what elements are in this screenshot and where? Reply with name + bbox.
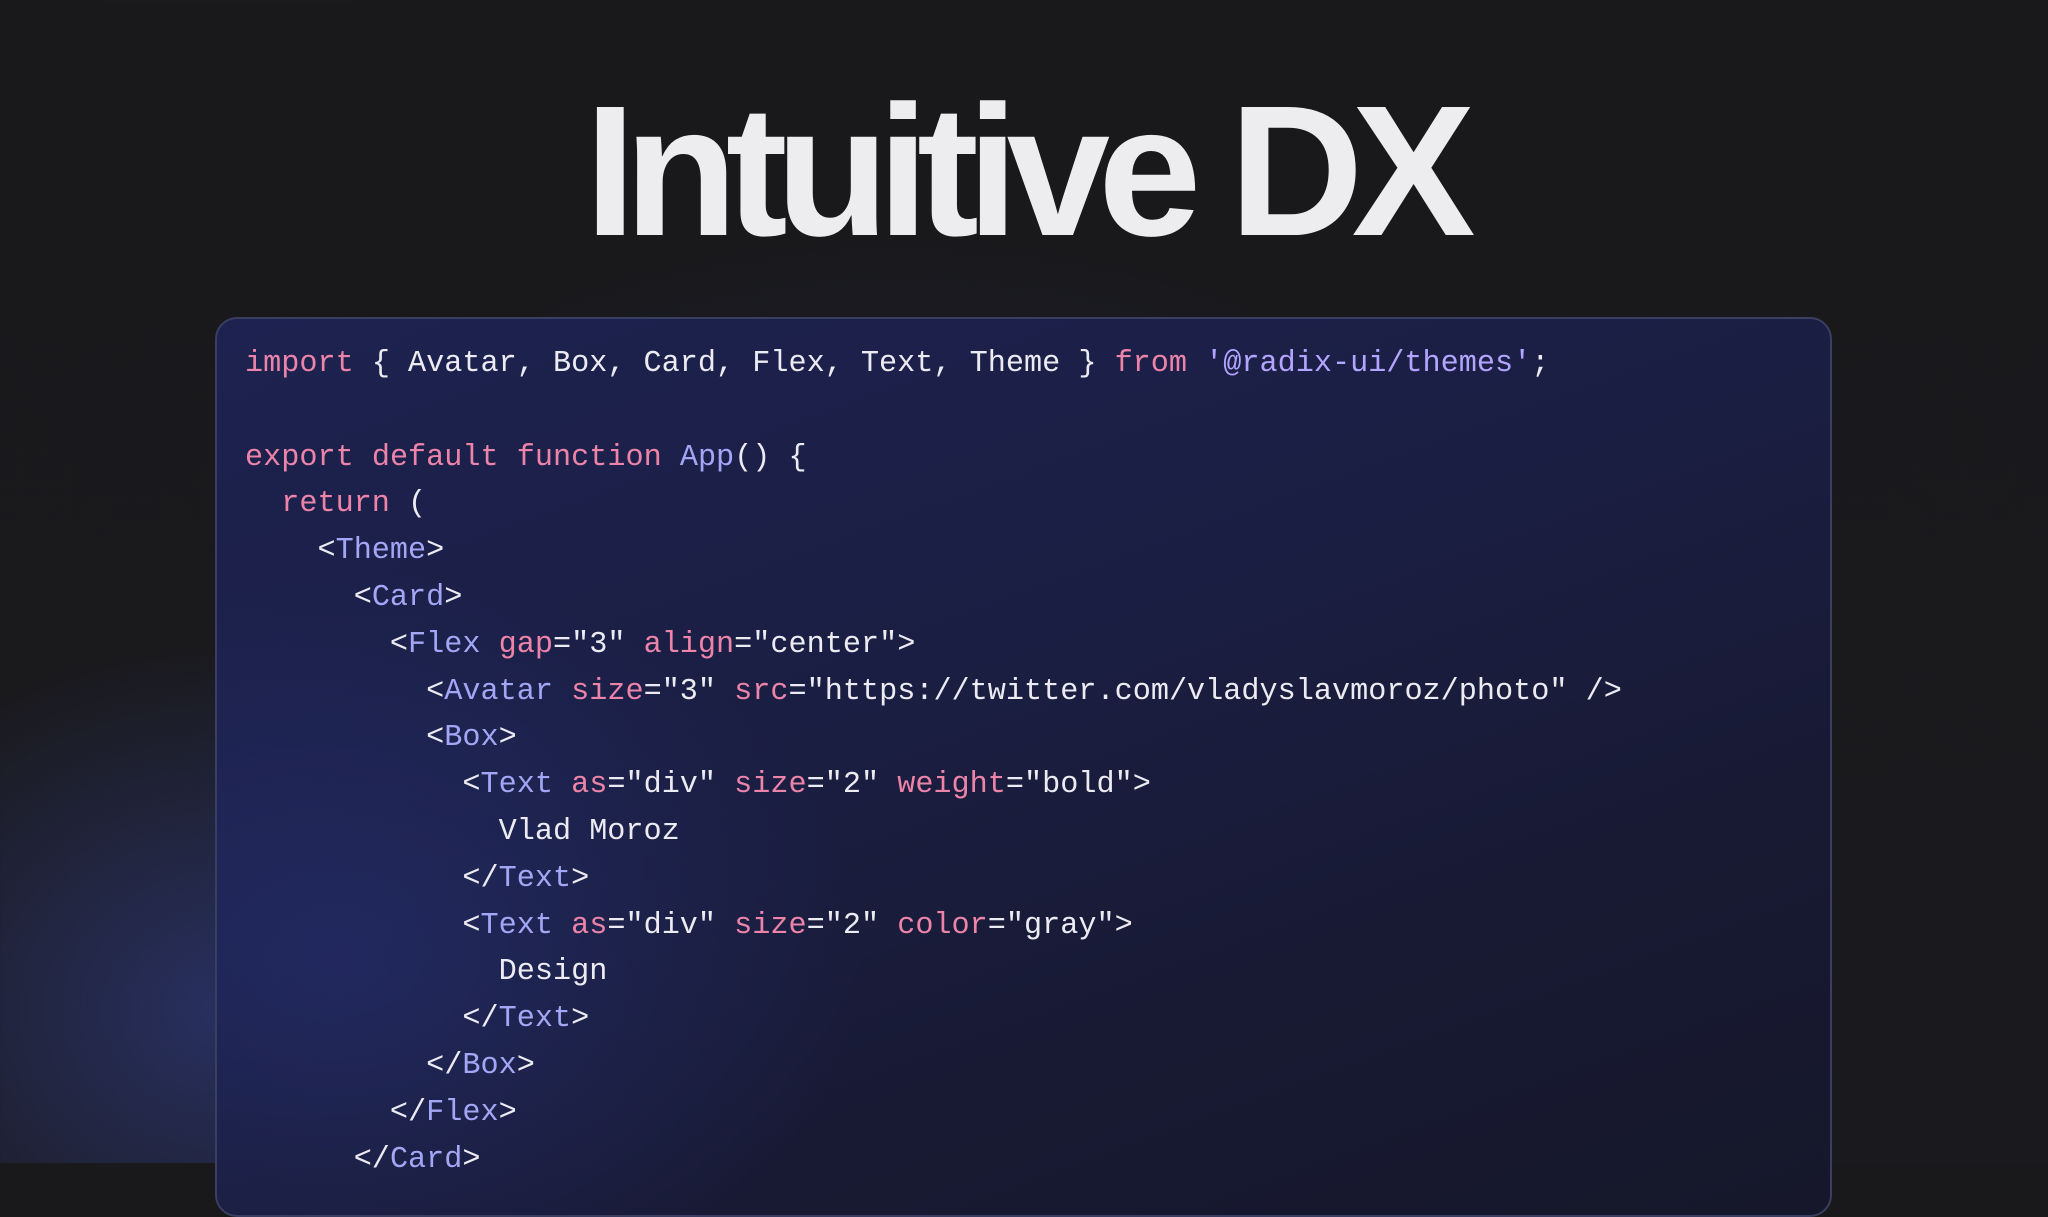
code-text: > bbox=[426, 534, 445, 569]
code-line: <Avatar size="3" src="https://twitter.co… bbox=[245, 669, 1622, 716]
code-line: <Text as="div" size="2" color="gray"> bbox=[245, 903, 1622, 950]
code-text: </ bbox=[245, 1142, 390, 1177]
code-line: <Text as="div" size="2" weight="bold"> bbox=[245, 762, 1622, 809]
code-block: import { Avatar, Box, Card, Flex, Text, … bbox=[245, 341, 1622, 1183]
code-text: ="3" bbox=[643, 674, 735, 709]
code-text: ="center"> bbox=[734, 627, 916, 662]
code-attribute: color bbox=[897, 908, 988, 943]
code-text: ="2" bbox=[806, 768, 898, 803]
code-line: </Card> bbox=[245, 1137, 1622, 1184]
code-text: < bbox=[245, 674, 445, 709]
code-line: <Flex gap="3" align="center"> bbox=[245, 622, 1622, 669]
code-attribute: gap bbox=[498, 627, 553, 662]
code-text: </ bbox=[245, 1095, 427, 1130]
code-line: export default function App() { bbox=[245, 435, 1622, 482]
code-text: > bbox=[516, 1048, 535, 1083]
code-text: < bbox=[245, 908, 481, 943]
code-text: ="https://twitter.com/vladyslavmoroz/pho… bbox=[788, 674, 1622, 709]
code-text: > bbox=[462, 1142, 481, 1177]
code-text: ="2" bbox=[806, 908, 898, 943]
code-line: <Card> bbox=[245, 575, 1622, 622]
code-text: ( bbox=[389, 487, 427, 522]
page-title: Intuitive DX bbox=[584, 68, 1475, 275]
code-attribute: src bbox=[734, 674, 789, 709]
code-attribute: as bbox=[571, 768, 608, 803]
code-text: > bbox=[498, 1095, 517, 1130]
code-component-name: Avatar bbox=[444, 674, 553, 709]
code-component-name: Box bbox=[444, 721, 499, 756]
code-text: ; bbox=[1531, 347, 1550, 381]
code-line: </Box> bbox=[245, 1043, 1622, 1090]
code-component-name: Card bbox=[389, 1142, 463, 1177]
code-component-name: Flex bbox=[408, 627, 481, 662]
code-text: Vlad Moroz bbox=[245, 814, 680, 849]
code-text: < bbox=[245, 721, 445, 756]
code-text: < bbox=[245, 580, 372, 615]
code-keyword: default bbox=[371, 440, 499, 475]
code-text: < bbox=[245, 534, 336, 569]
code-attribute: size bbox=[571, 674, 644, 709]
code-text: > bbox=[444, 580, 463, 615]
code-component-name: Box bbox=[462, 1048, 517, 1083]
code-line: <Theme> bbox=[245, 528, 1622, 575]
code-component-name: Card bbox=[371, 580, 445, 615]
code-text: { Avatar, Box, Card, Flex, Text, Theme } bbox=[353, 347, 1115, 381]
code-line: </Text> bbox=[245, 856, 1622, 903]
code-string: '@radix-ui/themes' bbox=[1205, 347, 1532, 381]
code-keyword: export bbox=[245, 440, 354, 475]
code-line: Vlad Moroz bbox=[245, 809, 1622, 856]
code-text: > bbox=[571, 1002, 590, 1037]
code-component-name: Text bbox=[498, 861, 572, 896]
code-snippet-card: import { Avatar, Box, Card, Flex, Text, … bbox=[215, 317, 1832, 1217]
code-text: ="3" bbox=[553, 627, 644, 662]
code-keyword: return bbox=[281, 487, 390, 522]
code-text: < bbox=[245, 627, 409, 662]
code-text: > bbox=[571, 861, 590, 896]
code-line: import { Avatar, Box, Card, Flex, Text, … bbox=[245, 341, 1622, 388]
code-text: () { bbox=[734, 440, 807, 475]
code-text: ="div" bbox=[607, 768, 735, 803]
code-text: ="bold"> bbox=[1005, 768, 1151, 803]
code-text: ="gray"> bbox=[987, 908, 1133, 943]
code-text: < bbox=[245, 768, 481, 803]
code-text: </ bbox=[245, 1048, 463, 1083]
code-text: </ bbox=[245, 1002, 499, 1037]
code-line: return ( bbox=[245, 481, 1622, 528]
code-text: ="div" bbox=[607, 908, 735, 943]
code-line: Design bbox=[245, 949, 1622, 996]
code-text: Design bbox=[245, 955, 608, 990]
code-line: <Box> bbox=[245, 715, 1622, 762]
code-attribute: size bbox=[734, 908, 807, 943]
code-attribute: align bbox=[643, 627, 735, 662]
code-component-name: Flex bbox=[426, 1095, 499, 1130]
code-text: > bbox=[498, 721, 517, 756]
code-component-name: Text bbox=[498, 1002, 572, 1037]
code-component-name: Text bbox=[480, 768, 553, 803]
code-attribute: size bbox=[734, 768, 807, 803]
code-keyword: function bbox=[516, 440, 662, 475]
code-attribute: weight bbox=[897, 768, 1006, 803]
code-line: </Text> bbox=[245, 996, 1622, 1043]
code-text: </ bbox=[245, 861, 499, 896]
code-component-name: App bbox=[679, 440, 735, 475]
code-keyword: from bbox=[1114, 347, 1188, 381]
code-component-name: Text bbox=[480, 908, 553, 943]
code-keyword: import bbox=[245, 347, 354, 381]
code-component-name: Theme bbox=[335, 534, 427, 569]
code-attribute: as bbox=[571, 908, 608, 943]
code-line: </Flex> bbox=[245, 1090, 1622, 1137]
